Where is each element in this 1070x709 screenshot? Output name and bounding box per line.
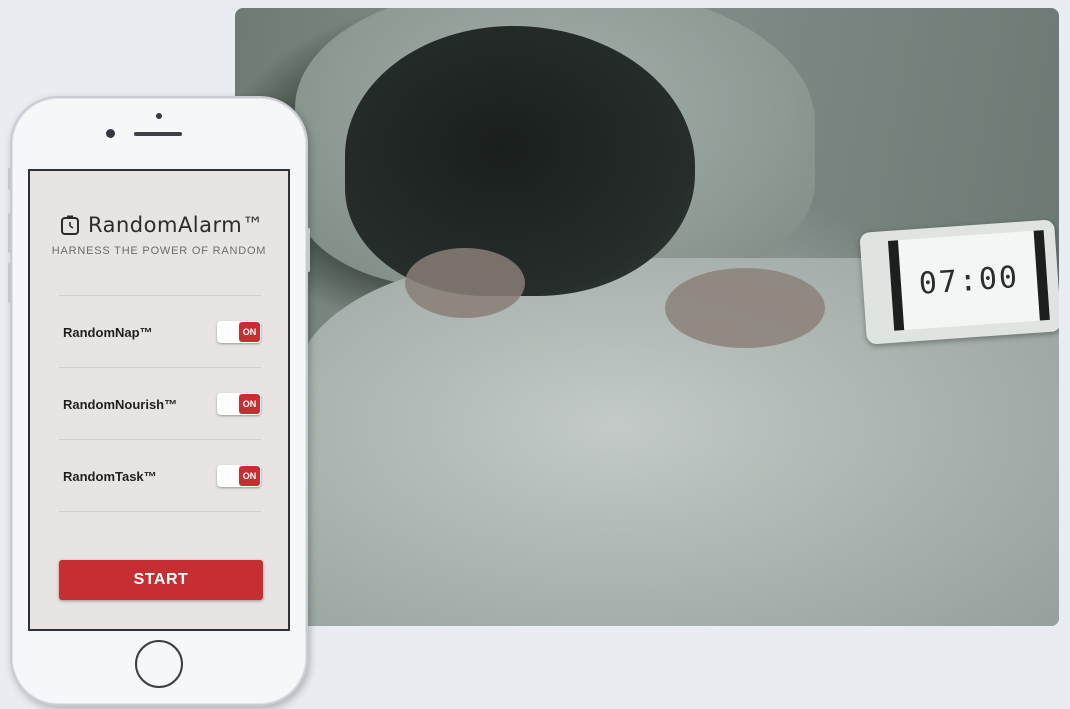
setting-row-randomnap: RandomNap™ ON [59, 295, 261, 368]
randomtask-toggle[interactable]: ON [217, 465, 261, 487]
app-subtitle: HARNESS THE POWER OF RANDOM [51, 245, 267, 257]
alarm-phone: 07:00 [859, 219, 1059, 345]
left-hand [405, 248, 525, 318]
phone-mockup: RandomAlarm™ HARNESS THE POWER OF RANDOM… [8, 96, 310, 706]
power-button [307, 228, 310, 272]
toggle-state: ON [239, 466, 260, 486]
home-button[interactable] [135, 640, 183, 688]
volume-down-button [8, 263, 11, 303]
mute-switch [8, 168, 11, 190]
divider [59, 511, 261, 512]
setting-label: RandomNourish™ [63, 396, 178, 412]
volume-up-button [8, 213, 11, 253]
earpiece-speaker [134, 132, 182, 136]
alarm-phone-screen: 07:00 [887, 230, 1050, 331]
start-button[interactable]: START [59, 560, 263, 600]
clock-time: 07:00 [917, 259, 1021, 302]
toggle-state: ON [239, 394, 260, 414]
setting-row-randomnourish: RandomNourish™ ON [59, 367, 261, 440]
right-hand [665, 268, 825, 348]
app-screen: RandomAlarm™ HARNESS THE POWER OF RANDOM… [28, 169, 290, 631]
hero-photo: 07:00 [235, 8, 1059, 626]
front-camera [106, 129, 115, 138]
setting-label: RandomTask™ [63, 468, 157, 484]
proximity-sensor [156, 113, 162, 119]
randomnourish-toggle[interactable]: ON [217, 393, 261, 415]
app-header: RandomAlarm™ [60, 213, 264, 237]
clock-icon [61, 215, 79, 235]
setting-label: RandomNap™ [63, 324, 153, 340]
toggle-state: ON [239, 322, 260, 342]
app-title: RandomAlarm™ [88, 213, 264, 237]
randomnap-toggle[interactable]: ON [217, 321, 261, 343]
setting-row-randomtask: RandomTask™ ON [59, 439, 261, 512]
